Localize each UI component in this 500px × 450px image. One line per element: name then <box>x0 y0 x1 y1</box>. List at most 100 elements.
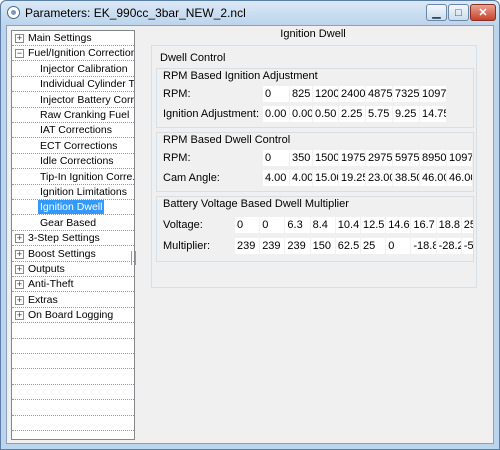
tree-item[interactable]: + Extras <box>12 293 134 308</box>
expand-icon[interactable]: + <box>15 265 24 274</box>
value-cell[interactable]: 10975 <box>420 86 446 102</box>
value-cell[interactable]: 46.00 <box>420 170 446 186</box>
value-cell[interactable]: 25.5 <box>461 217 473 233</box>
value-cell[interactable]: 0 <box>386 238 411 254</box>
tree-item-label: Outputs <box>28 263 65 275</box>
expand-icon[interactable]: + <box>15 34 24 43</box>
parameters-window: Parameters: EK_990cc_3bar_NEW_2.ncl ▁ □ … <box>0 0 500 450</box>
value-cell[interactable]: 239 <box>285 238 310 254</box>
value-cell[interactable]: 62.5 <box>335 238 360 254</box>
tree-item[interactable]: Ignition Limitations <box>12 185 134 200</box>
splitter-handle[interactable] <box>131 251 136 265</box>
value-cell[interactable]: 12.5 <box>361 217 386 233</box>
tree-empty-row <box>12 385 134 401</box>
value-cell[interactable]: 150 <box>310 238 335 254</box>
panel-title: Ignition Dwell <box>280 28 346 40</box>
value-cell[interactable]: 5.75 <box>366 106 392 122</box>
tree-item-label: Anti-Theft <box>28 278 74 291</box>
value-cell[interactable]: 6.3 <box>285 217 310 233</box>
value-cell[interactable]: 46.00 <box>447 170 472 186</box>
collapse-icon[interactable]: − <box>15 49 24 59</box>
expand-icon[interactable]: + <box>15 280 24 290</box>
tree-item[interactable]: + Main Settings <box>12 31 134 46</box>
tree-item[interactable]: Raw Cranking Fuel <box>12 108 134 123</box>
value-cell[interactable]: 16.7 <box>411 217 436 233</box>
close-button[interactable]: ✕ <box>470 4 496 21</box>
value-cell[interactable]: -28.2 <box>436 238 461 254</box>
row-label: RPM: <box>163 152 191 164</box>
expand-icon[interactable]: + <box>15 234 24 244</box>
value-cell[interactable]: 8950 <box>420 150 446 166</box>
value-cell[interactable]: 2.25 <box>339 106 365 122</box>
tree-item-label: Boost Settings <box>28 247 96 260</box>
value-cell[interactable]: 0 <box>235 217 260 233</box>
app-icon <box>7 6 20 19</box>
value-cell[interactable]: 4.00 <box>290 170 312 186</box>
expand-icon[interactable]: + <box>15 311 24 321</box>
client-area: + Main Settings − Fuel/Ignition Corrections… <box>6 25 494 444</box>
value-cell[interactable]: 25 <box>361 238 386 254</box>
expand-icon[interactable]: + <box>15 249 24 259</box>
dwell-control-header: Dwell Control <box>160 52 226 64</box>
value-cell[interactable]: 7325 <box>393 86 419 102</box>
value-cell[interactable]: 8.4 <box>310 217 335 233</box>
value-cell[interactable]: 1200 <box>313 86 338 102</box>
tree-item[interactable]: + On Board Logging <box>12 308 134 324</box>
tree-item[interactable]: + Boost Settings <box>12 247 134 262</box>
expand-icon[interactable]: + <box>15 295 24 305</box>
value-cell[interactable]: 1975 <box>339 150 365 166</box>
tree-empty-row <box>12 401 134 416</box>
value-cell[interactable]: 0 <box>260 217 285 233</box>
tree-item[interactable]: Injector Battery Corr... <box>12 93 134 108</box>
tree-item[interactable]: − Fuel/Ignition Corrections <box>12 46 134 62</box>
tree-item[interactable]: Idle Corrections <box>12 154 134 170</box>
maximize-button[interactable]: □ <box>448 4 469 21</box>
value-cell[interactable]: 10975 <box>447 150 472 166</box>
tree-item[interactable]: Injector Calibration <box>12 62 134 77</box>
rpm-dwell-control-group: RPM Based Dwell Control RPM: 0 350 1500 1975 2… <box>156 132 474 192</box>
tree-item[interactable]: Tip-In Ignition Corre... <box>12 170 134 185</box>
tree-item[interactable]: Individual Cylinder T... <box>12 77 134 93</box>
value-cell[interactable]: 4875 <box>366 86 392 102</box>
value-cell[interactable]: 19.25 <box>339 170 365 186</box>
value-cell[interactable]: 9.25 <box>393 106 419 122</box>
tree-empty-row <box>12 324 134 339</box>
parameter-row: Ignition Adjustment: 0.00 0.00 0.50 2.25 5.75… <box>163 106 473 122</box>
tree-item[interactable]: +3-Step Settings <box>12 231 134 247</box>
value-cell[interactable]: -18.8 <box>411 238 436 254</box>
value-cell[interactable]: 23.00 <box>366 170 392 186</box>
tree-item[interactable]: + Anti-Theft <box>12 277 134 293</box>
value-cell[interactable]: 239 <box>235 238 260 254</box>
value-cell[interactable]: 0 <box>263 150 289 166</box>
parameter-row: Multiplier:23923923915062.5250-18.8-28.2… <box>163 238 473 254</box>
value-cell[interactable]: 5975 <box>393 150 419 166</box>
value-cell[interactable]: 2400 <box>339 86 365 102</box>
value-cell[interactable]: 825 <box>290 86 312 102</box>
parameter-tree[interactable]: + Main Settings − Fuel/Ignition Corrections… <box>11 30 135 440</box>
tree-item[interactable]: Ignition Dwell <box>12 200 134 216</box>
value-cell[interactable]: 0.00 <box>263 106 289 122</box>
value-cell[interactable]: 4.00 <box>263 170 289 186</box>
title-bar[interactable]: Parameters: EK_990cc_3bar_NEW_2.ncl ▁ □ … <box>1 1 499 25</box>
value-cell[interactable]: 2975 <box>366 150 392 166</box>
value-cell[interactable]: 1500 <box>313 150 338 166</box>
value-cell[interactable]: 38.50 <box>393 170 419 186</box>
tree-item[interactable]: ECT Corrections <box>12 139 134 154</box>
minimize-button[interactable]: ▁ <box>426 4 447 21</box>
value-cell[interactable]: 14.75 <box>420 106 446 122</box>
value-cell[interactable]: -56.3 <box>461 238 473 254</box>
parameter-row: RPM: 03501500197529755975895010975 <box>163 150 473 166</box>
value-cell[interactable]: 10.4 <box>335 217 360 233</box>
tree-item[interactable]: Gear Based <box>12 216 134 231</box>
tree-item[interactable]: + Outputs <box>12 262 134 277</box>
value-cell[interactable]: 239 <box>260 238 285 254</box>
value-cell[interactable]: 15.00 <box>313 170 338 186</box>
value-cell[interactable]: 18.8 <box>436 217 461 233</box>
tree-empty-row <box>12 370 134 385</box>
value-cell[interactable]: 14.6 <box>386 217 411 233</box>
value-cell[interactable]: 0.50 <box>313 106 338 122</box>
value-cell[interactable]: 0.00 <box>290 106 312 122</box>
tree-item[interactable]: IAT Corrections <box>12 123 134 139</box>
value-cell[interactable]: 0 <box>263 86 289 102</box>
value-cell[interactable]: 350 <box>290 150 312 166</box>
